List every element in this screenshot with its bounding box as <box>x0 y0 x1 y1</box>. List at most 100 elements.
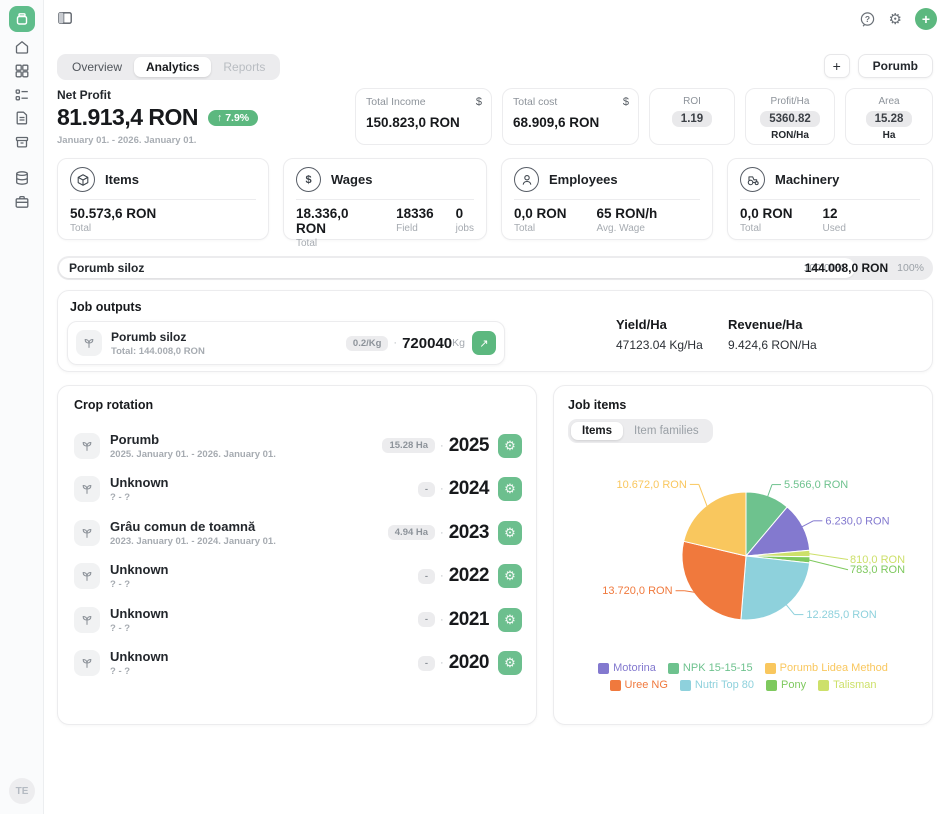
year-settings-button[interactable]: ⚙ <box>498 608 522 632</box>
year-settings-button[interactable]: ⚙ <box>498 564 522 588</box>
add-button[interactable]: + <box>915 8 937 30</box>
user-initials: TE <box>16 786 29 797</box>
net-profit-block: Net Profit 81.913,4 RON ↑ 7.9% January 0… <box>57 88 258 146</box>
crop-filter-button[interactable]: Porumb <box>858 54 933 78</box>
sidebar-item-inventory[interactable] <box>14 170 30 186</box>
crop-rotation-row[interactable]: Unknown? - ? -·2021⚙ <box>74 598 522 642</box>
stat-total-cost[interactable]: Total cost $ 68.909,6 RON <box>502 88 639 145</box>
stat-area[interactable]: Area 15.28 Ha <box>845 88 933 145</box>
gear-icon: ⚙ <box>504 481 516 497</box>
crop-rotation-row[interactable]: Unknown? - ? -·2020⚙ <box>74 642 522 686</box>
items-card[interactable]: Items 50.573,6 RONTotal <box>57 158 269 240</box>
metric-label: Total <box>740 223 793 234</box>
tab-reports[interactable]: Reports <box>211 57 277 77</box>
home-icon <box>14 39 30 55</box>
svg-text:6.230,0 RON: 6.230,0 RON <box>825 515 889 527</box>
year-label: 2025 <box>449 435 489 457</box>
rate-badge: 0.2/Kg <box>346 336 389 351</box>
sidebar-item-dashboard[interactable] <box>14 63 30 79</box>
legend-label: NPK 15-15-15 <box>683 662 753 674</box>
crop-progress-fill: Porumb siloz 100.00% <box>59 258 855 278</box>
crop-rotation-row[interactable]: Unknown? - ? -·2024⚙ <box>74 468 522 512</box>
tab-items[interactable]: Items <box>571 422 623 440</box>
stat-value: 47123.04 Kg/Ha <box>616 338 704 352</box>
metric-label: Used <box>823 223 846 234</box>
legend-item[interactable]: NPK 15-15-15 <box>668 662 753 674</box>
sidebar-item-work[interactable] <box>14 194 30 210</box>
user-avatar[interactable]: TE <box>9 778 35 804</box>
crop-rotation-row[interactable]: Grâu comun de toamnă2023. January 01. - … <box>74 511 522 555</box>
metric-value: 50.573,6 RON <box>70 206 156 221</box>
tab-item-families[interactable]: Item families <box>623 422 710 440</box>
section-title: Job items <box>568 398 626 412</box>
help-button[interactable]: ? <box>859 11 876 28</box>
crop-period: 2023. January 01. - 2024. January 01. <box>110 536 276 547</box>
area-badge: 4.94 Ha <box>388 525 435 540</box>
crop-name: Unknown <box>110 562 169 577</box>
sidebar-item-storage[interactable] <box>14 134 30 150</box>
dot-separator: · <box>393 337 397 349</box>
net-profit-value: 81.913,4 RON <box>57 104 198 131</box>
output-unit: Kg <box>452 337 465 349</box>
year-settings-button[interactable]: ⚙ <box>498 521 522 545</box>
tractor-icon <box>740 167 765 192</box>
job-output-item[interactable]: Porumb siloz Total: 144.008,0 RON 0.2/Kg… <box>67 321 505 365</box>
add-crop-button[interactable]: + <box>824 54 850 78</box>
legend-label: Porumb Lidea Method <box>780 662 888 674</box>
crop-name: Unknown <box>110 475 169 490</box>
stat-label: Total Income <box>366 96 481 108</box>
machinery-card[interactable]: Machinery 0,0 RONTotal 12Used <box>727 158 933 240</box>
legend-swatch <box>818 680 829 691</box>
stat-total-income[interactable]: Total Income $ 150.823,0 RON <box>355 88 492 145</box>
employees-card[interactable]: Employees 0,0 RONTotal 65 RON/hAvg. Wage <box>501 158 713 240</box>
legend-item[interactable]: Porumb Lidea Method <box>765 662 888 674</box>
sprout-icon <box>74 476 100 502</box>
legend-item[interactable]: Motorina <box>598 662 656 674</box>
open-output-button[interactable]: ↗ <box>472 331 496 355</box>
job-items-pie: 5.566,0 RON6.230,0 RON810,0 RON783,0 RON… <box>554 458 934 656</box>
stat-profit-ha[interactable]: Profit/Ha 5360.82 RON/Ha <box>745 88 835 145</box>
stat-value: 150.823,0 RON <box>366 115 481 130</box>
dot-separator: · <box>440 657 444 669</box>
card-title: Machinery <box>775 172 839 187</box>
job-items-tabbar: Items Item families <box>568 419 713 443</box>
app-logo[interactable] <box>9 6 35 32</box>
sidebar-item-home[interactable] <box>14 39 30 55</box>
sidebar-item-documents[interactable] <box>14 110 30 126</box>
metric-value: 0,0 RON <box>740 206 793 221</box>
stat-value-badge: 5360.82 <box>760 111 820 127</box>
legend-swatch <box>598 663 609 674</box>
year-settings-button[interactable]: ⚙ <box>498 434 522 458</box>
help-icon: ? <box>859 11 876 28</box>
year-settings-button[interactable]: ⚙ <box>498 651 522 675</box>
job-outputs-card: Job outputs Porumb siloz Total: 144.008,… <box>57 290 933 372</box>
crop-rotation-row[interactable]: Unknown? - ? -·2022⚙ <box>74 555 522 599</box>
grid-icon <box>14 63 30 79</box>
sidebar-item-tasks[interactable] <box>14 87 30 103</box>
crop-progress-bar[interactable]: Porumb siloz 100.00% 144.008,0 RON 100% <box>57 256 933 280</box>
gear-icon: ⚙ <box>504 655 516 671</box>
tab-analytics[interactable]: Analytics <box>134 57 211 77</box>
crop-name: Unknown <box>110 606 169 621</box>
crop-rotation-row[interactable]: Porumb2025. January 01. - 2026. January … <box>74 424 522 468</box>
metric-label: Total <box>70 223 156 234</box>
section-title: Crop rotation <box>74 398 153 412</box>
settings-button[interactable]: ⚙ <box>889 11 902 28</box>
sidebar-toggle-button[interactable] <box>57 10 73 26</box>
legend-item[interactable]: Pony <box>766 679 806 691</box>
crop-period: ? - ? <box>110 492 169 503</box>
year-label: 2022 <box>449 565 489 587</box>
legend-item[interactable]: Talisman <box>818 679 876 691</box>
stat-roi[interactable]: ROI 1.19 <box>649 88 735 145</box>
legend-item[interactable]: Uree NG <box>610 679 668 691</box>
main-tabbar: Overview Analytics Reports <box>57 54 280 80</box>
metric-label: Total <box>296 238 374 249</box>
legend-label: Talisman <box>833 679 876 691</box>
year-settings-button[interactable]: ⚙ <box>498 477 522 501</box>
tab-overview[interactable]: Overview <box>60 57 134 77</box>
legend-item[interactable]: Nutri Top 80 <box>680 679 754 691</box>
metric-value: 65 RON/h <box>597 206 658 221</box>
year-label: 2021 <box>449 609 489 631</box>
wages-card[interactable]: $ Wages 18.336,0 RONTotal 18336Field 0jo… <box>283 158 487 240</box>
stat-label: Profit/Ha <box>750 96 830 107</box>
